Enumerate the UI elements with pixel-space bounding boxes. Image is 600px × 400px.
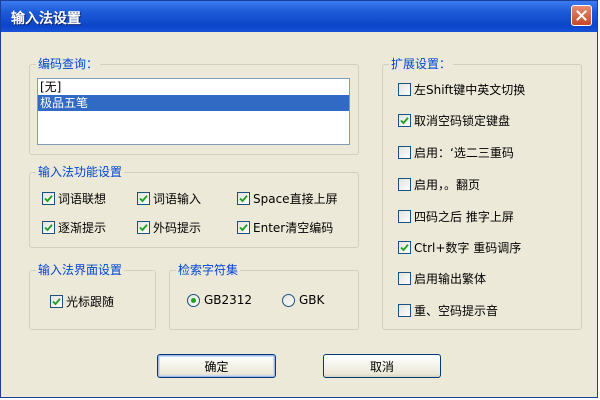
checkbox-box[interactable]	[398, 241, 411, 254]
checkbox-select-second-third[interactable]: 启用：‘选二三重码	[398, 144, 514, 161]
radio-circle[interactable]	[187, 293, 200, 307]
checkbox-code-hint[interactable]: 外码提示	[137, 219, 201, 236]
checkbox-box[interactable]	[398, 83, 411, 96]
radio-label: GBK	[299, 293, 325, 307]
checkbox-label: 逐渐提示	[58, 221, 107, 235]
code-query-listbox[interactable]: [无] 极品五笔	[37, 78, 350, 145]
extended-settings-group: 扩展设置：	[382, 56, 582, 330]
list-item-selected[interactable]: 极品五笔	[38, 95, 349, 111]
checkbox-label: 词语输入	[153, 192, 202, 206]
checkbox-label: 取消空码锁定键盘	[414, 114, 511, 128]
checkbox-ctrl-number-reorder[interactable]: Ctrl+数字 重码调序	[398, 239, 521, 256]
code-query-title: 编码查询：	[36, 56, 101, 72]
checkbox-label: 启用输出繁体	[414, 272, 487, 286]
extended-settings-title: 扩展设置：	[389, 56, 454, 72]
checkbox-word-association[interactable]: 词语联想	[42, 190, 106, 207]
checkbox-label: 词语联想	[58, 192, 107, 206]
checkbox-label: Ctrl+数字 重码调序	[414, 241, 522, 255]
checkbox-box[interactable]	[398, 146, 411, 159]
settings-dialog: 输入法设置 编码查询： [无] 极品五笔 输入法功能设置 词语联想 词语输入 S…	[0, 0, 598, 398]
ok-button[interactable]: 确定	[157, 354, 276, 378]
checkbox-box[interactable]	[398, 178, 411, 191]
checkbox-box[interactable]	[398, 272, 411, 285]
checkbox-label: 启用：‘选二三重码	[414, 146, 514, 160]
checkbox-cursor-follow[interactable]: 光标跟随	[50, 293, 114, 310]
checkbox-label: 启用，。翻页	[414, 178, 481, 192]
checkmark-icon	[44, 195, 53, 203]
checkbox-left-shift-toggle[interactable]: 左Shift键中英文切换	[398, 81, 525, 98]
checkbox-box[interactable]	[398, 304, 411, 317]
checkbox-box[interactable]	[42, 192, 55, 205]
checkbox-enter-clear[interactable]: Enter清空编码	[237, 219, 333, 236]
checkbox-space-commit[interactable]: Space直接上屏	[237, 190, 338, 207]
checkmark-icon	[239, 195, 248, 203]
checkbox-comma-period-paging[interactable]: 启用，。翻页	[398, 176, 480, 193]
checkbox-label: 光标跟随	[66, 295, 115, 309]
close-button[interactable]	[571, 5, 592, 26]
checkmark-icon	[139, 195, 148, 203]
checkbox-box[interactable]	[137, 192, 150, 205]
list-item[interactable]: [无]	[38, 79, 349, 95]
checkbox-label: Space直接上屏	[253, 192, 338, 206]
checkbox-box[interactable]	[137, 221, 150, 234]
checkbox-prompt-sound[interactable]: 重、空码提示音	[398, 302, 498, 319]
checkmark-icon	[400, 117, 409, 125]
checkmark-icon	[239, 224, 248, 232]
checkbox-box[interactable]	[237, 192, 250, 205]
checkmark-icon	[400, 244, 409, 252]
radio-label: GB2312	[204, 293, 253, 307]
checkbox-box[interactable]	[50, 295, 63, 308]
checkbox-label: 外码提示	[153, 221, 202, 235]
window-title: 输入法设置	[11, 11, 81, 27]
title-bar[interactable]: 输入法设置	[1, 1, 597, 32]
checkbox-box[interactable]	[237, 221, 250, 234]
checkmark-icon	[44, 224, 53, 232]
checkbox-label: 左Shift键中英文切换	[414, 83, 526, 97]
checkbox-label: 四码之后 推字上屏	[414, 210, 514, 224]
radio-gb2312[interactable]: GB2312	[187, 293, 252, 307]
checkbox-label: Enter清空编码	[253, 221, 334, 235]
checkmark-icon	[139, 224, 148, 232]
checkbox-word-input[interactable]: 词语输入	[137, 190, 201, 207]
checkbox-gradual-hint[interactable]: 逐渐提示	[42, 219, 106, 236]
radio-circle[interactable]	[282, 293, 295, 307]
cancel-button[interactable]: 取消	[323, 354, 441, 378]
checkbox-label: 重、空码提示音	[414, 304, 499, 318]
checkbox-box[interactable]	[398, 210, 411, 223]
checkbox-four-code-commit[interactable]: 四码之后 推字上屏	[398, 208, 514, 225]
radio-dot-icon	[191, 297, 196, 303]
charset-title: 检索字符集	[176, 262, 241, 278]
function-settings-title: 输入法功能设置	[36, 164, 125, 180]
checkbox-box[interactable]	[398, 114, 411, 127]
interface-settings-title: 输入法界面设置	[36, 262, 125, 278]
checkbox-cancel-empty-lock[interactable]: 取消空码锁定键盘	[398, 112, 510, 129]
close-icon	[576, 10, 587, 21]
checkbox-traditional-output[interactable]: 启用输出繁体	[398, 270, 486, 287]
checkmark-icon	[52, 298, 61, 306]
function-settings-group: 输入法功能设置	[29, 164, 359, 248]
radio-gbk[interactable]: GBK	[282, 293, 324, 307]
checkbox-box[interactable]	[42, 221, 55, 234]
